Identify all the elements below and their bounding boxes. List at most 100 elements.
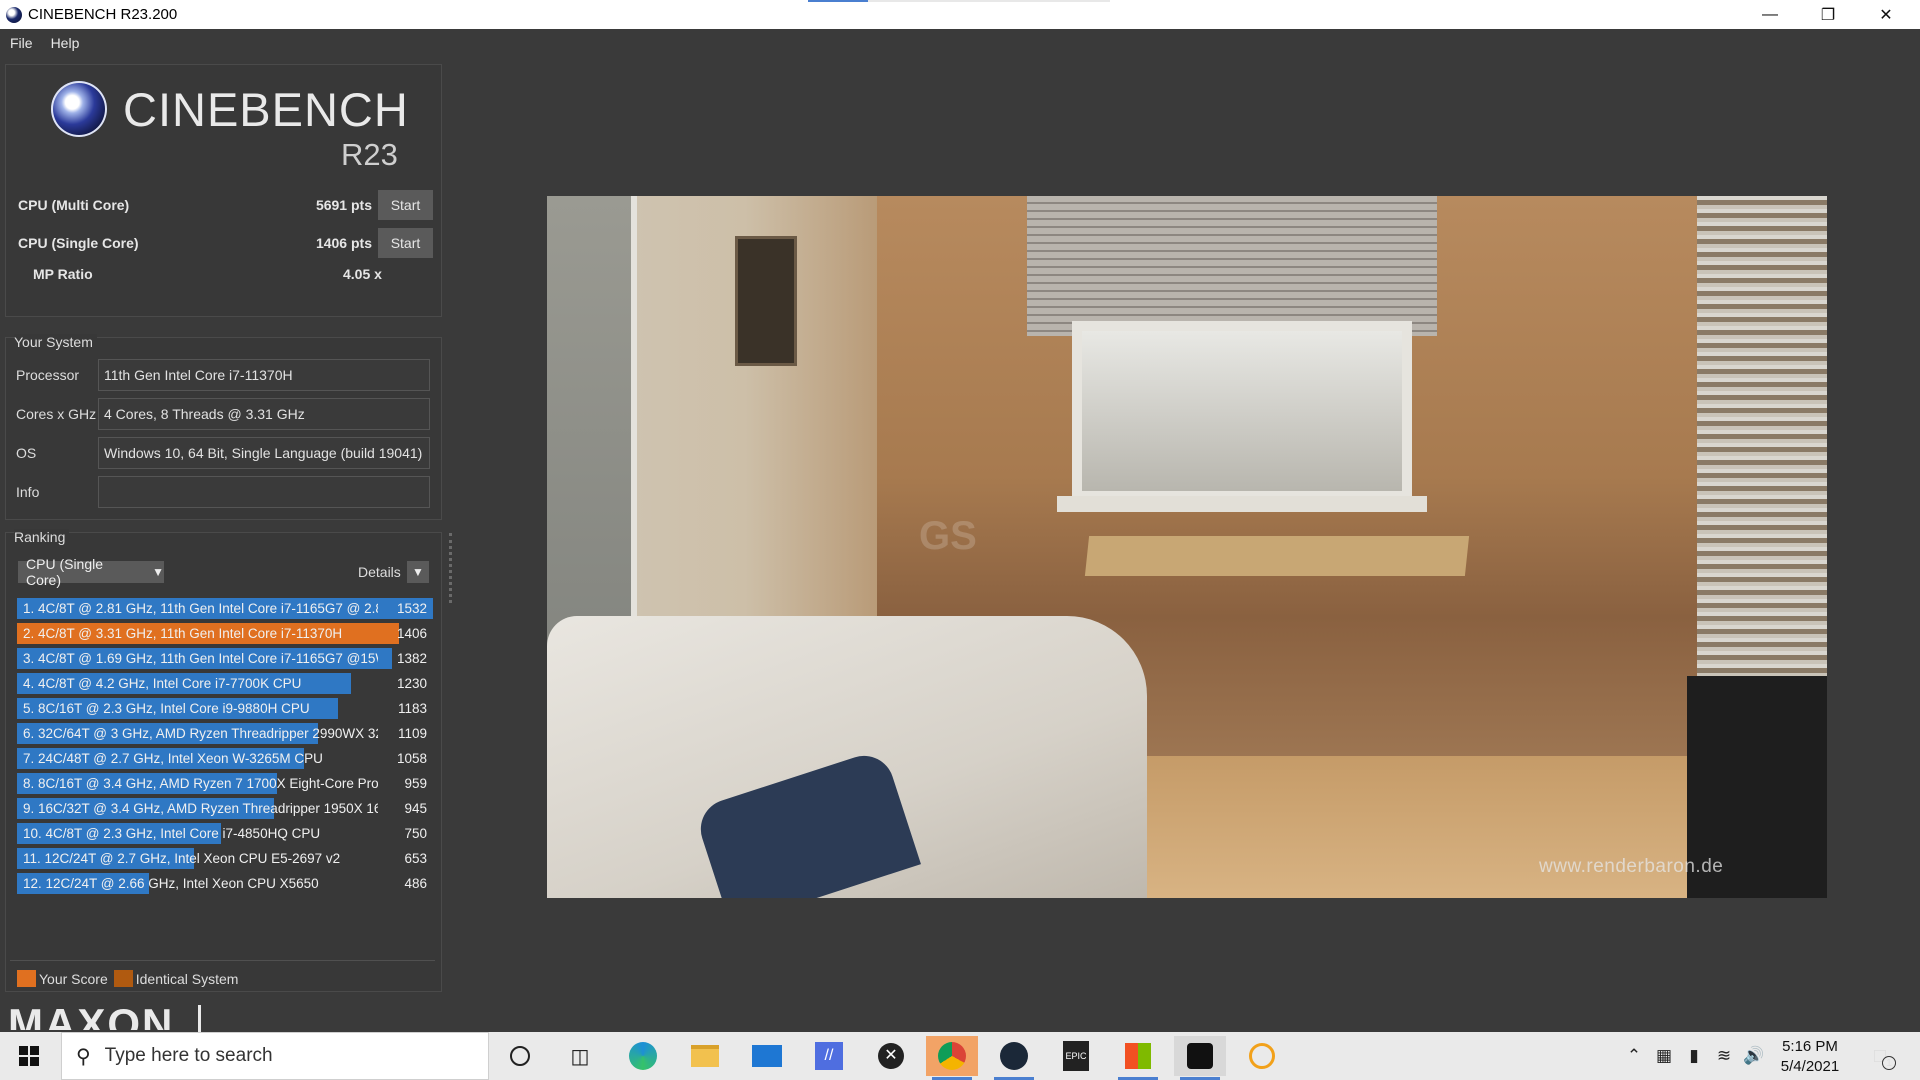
tray-chevron-up-icon[interactable]: ⌃ xyxy=(1620,1032,1648,1080)
your-score-swatch xyxy=(17,970,36,987)
menu-file[interactable]: File xyxy=(10,35,33,51)
os-field[interactable]: Windows 10, 64 Bit, Single Language (bui… xyxy=(98,437,430,469)
ranking-row[interactable]: 6. 32C/64T @ 3 GHz, AMD Ryzen Threadripp… xyxy=(17,721,433,746)
single-core-start-button[interactable]: Start xyxy=(378,228,433,258)
ranking-row[interactable]: 12. 12C/24T @ 2.66 GHz, Intel Xeon CPU X… xyxy=(17,871,433,896)
ranking-row[interactable]: 2. 4C/8T @ 3.31 GHz, 11th Gen Intel Core… xyxy=(17,621,433,646)
ranking-row[interactable]: 7. 24C/48T @ 2.7 GHz, Intel Xeon W-3265M… xyxy=(17,746,433,771)
ranking-row-score: 1382 xyxy=(396,651,427,666)
ranking-type-select[interactable]: CPU (Single Core) ▼ xyxy=(18,556,164,588)
logo-wordmark: CINEBENCH xyxy=(123,82,409,136)
ranking-row[interactable]: 1. 4C/8T @ 2.81 GHz, 11th Gen Intel Core… xyxy=(17,596,433,621)
os-row: OS Windows 10, 64 Bit, Single Language (… xyxy=(16,437,436,469)
ranking-row-name: 12. 12C/24T @ 2.66 GHz, Intel Xeon CPU X… xyxy=(23,876,319,891)
ranking-row[interactable]: 4. 4C/8T @ 4.2 GHz, Intel Core i7-7700K … xyxy=(17,671,433,696)
cinebench-sphere-icon xyxy=(51,81,107,137)
start-button[interactable] xyxy=(0,1032,58,1080)
cores-row: Cores x GHz 4 Cores, 8 Threads @ 3.31 GH… xyxy=(16,398,436,430)
ranking-row-score: 1532 xyxy=(396,601,427,616)
cinebench-logo: CINEBENCH xyxy=(51,81,409,137)
ranking-row-score: 1058 xyxy=(396,751,427,766)
ranking-row[interactable]: 11. 12C/24T @ 2.7 GHz, Intel Xeon CPU E5… xyxy=(17,846,433,871)
taskbar-search[interactable]: ⚲ Type here to search xyxy=(61,1032,489,1080)
chevron-down-icon: ▼ xyxy=(152,565,164,579)
tray-device-icon[interactable]: ▦ xyxy=(1650,1032,1678,1080)
cortana-icon[interactable] xyxy=(494,1036,546,1076)
search-icon: ⚲ xyxy=(76,1045,91,1068)
legend-your-score-label: Your Score xyxy=(39,970,108,987)
notification-count: 1 xyxy=(1882,1056,1896,1070)
info-label: Info xyxy=(16,484,40,500)
info-field[interactable] xyxy=(98,476,430,508)
title-progress-indicator xyxy=(808,0,1110,2)
clock-app-icon[interactable] xyxy=(1236,1036,1288,1076)
ranking-type-value: CPU (Single Core) xyxy=(26,556,104,588)
panel-resize-handle[interactable] xyxy=(449,533,452,603)
ranking-row[interactable]: 5. 8C/16T @ 2.3 GHz, Intel Core i9-9880H… xyxy=(17,696,433,721)
ranking-row-score: 945 xyxy=(404,801,427,816)
file-explorer-icon[interactable] xyxy=(679,1036,731,1076)
ranking-panel: Ranking CPU (Single Core) ▼ Details ▼ 1.… xyxy=(5,529,442,992)
restore-button[interactable]: ❐ xyxy=(1799,0,1857,29)
mp-ratio-value: 4.05 x xyxy=(343,266,382,282)
ranking-row[interactable]: 9. 16C/32T @ 3.4 GHz, AMD Ryzen Threadri… xyxy=(17,796,433,821)
scores-panel: CINEBENCH R23 CPU (Multi Core) 5691 pts … xyxy=(5,64,442,317)
chrome-icon[interactable] xyxy=(926,1036,978,1080)
ranking-row[interactable]: 3. 4C/8T @ 1.69 GHz, 11th Gen Intel Core… xyxy=(17,646,433,671)
processor-label: Processor xyxy=(16,367,80,383)
task-view-icon[interactable]: ◫ xyxy=(554,1036,606,1076)
legend-your-score: Your Score xyxy=(17,970,108,987)
single-core-score: 1406 pts xyxy=(315,235,372,251)
ranking-legend: Your Score Identical System xyxy=(17,970,244,987)
legend-identical-label: Identical System xyxy=(135,970,239,987)
ranking-row-name: 2. 4C/8T @ 3.31 GHz, 11th Gen Intel Core… xyxy=(23,626,343,641)
ranking-row-score: 1109 xyxy=(397,726,427,741)
edge-icon[interactable] xyxy=(617,1036,669,1076)
ranking-row-score: 959 xyxy=(404,776,427,791)
notification-icon[interactable]: □ 1 xyxy=(1866,1042,1896,1070)
render-watermark-gs: GS xyxy=(919,514,977,558)
window-title: CINEBENCH R23.200 xyxy=(28,6,178,23)
details-dropdown-button[interactable]: ▼ xyxy=(407,561,429,583)
maxon-logo: MAXON xyxy=(8,1000,175,1030)
xbox-icon[interactable]: ✕ xyxy=(865,1036,917,1076)
wifi-icon[interactable]: ≋ xyxy=(1710,1032,1738,1080)
render-watermark-url: www.renderbaron.de xyxy=(1539,856,1724,877)
ranking-row[interactable]: 10. 4C/8T @ 2.3 GHz, Intel Core i7-4850H… xyxy=(17,821,433,846)
menu-bar: File Help xyxy=(0,29,1920,56)
multi-core-score: 5691 pts xyxy=(315,197,372,213)
render-blind xyxy=(1027,196,1437,336)
taskbar-clock[interactable]: 5:16 PM 5/4/2021 xyxy=(1772,1037,1848,1077)
menu-help[interactable]: Help xyxy=(51,35,80,51)
single-core-row: CPU (Single Core) 1406 pts Start xyxy=(18,228,436,258)
os-label: OS xyxy=(16,445,37,461)
pen-app-icon[interactable]: // xyxy=(803,1036,855,1076)
legend-identical-system: Identical System xyxy=(113,970,239,987)
processor-field[interactable]: 11th Gen Intel Core i7-11370H xyxy=(98,359,430,391)
ranking-row-score: 1183 xyxy=(397,701,427,716)
ranking-row-name: 3. 4C/8T @ 1.69 GHz, 11th Gen Intel Core… xyxy=(23,651,378,666)
minimize-button[interactable]: — xyxy=(1741,0,1799,29)
legend-divider xyxy=(10,960,435,961)
cores-field[interactable]: 4 Cores, 8 Threads @ 3.31 GHz xyxy=(98,398,430,430)
ranking-row-name: 11. 12C/24T @ 2.7 GHz, Intel Xeon CPU E5… xyxy=(23,851,341,866)
ranking-row-name: 4. 4C/8T @ 4.2 GHz, Intel Core i7-7700K … xyxy=(23,676,302,691)
epic-games-icon[interactable]: EPIC xyxy=(1050,1036,1102,1076)
cinebench-app-icon xyxy=(6,6,22,23)
ranking-list: 1. 4C/8T @ 2.81 GHz, 11th Gen Intel Core… xyxy=(17,596,433,896)
render-window xyxy=(1072,321,1412,501)
render-window-sill xyxy=(1057,496,1427,512)
volume-icon[interactable]: 🔊 xyxy=(1740,1032,1768,1080)
windows-logo-icon xyxy=(19,1046,39,1066)
store-icon[interactable] xyxy=(1112,1036,1164,1080)
close-button[interactable]: ✕ xyxy=(1857,0,1915,29)
chevron-down-icon: ▼ xyxy=(412,565,424,579)
multi-core-start-button[interactable]: Start xyxy=(378,190,433,220)
clock-time: 5:16 PM xyxy=(1782,1038,1838,1055)
steam-icon[interactable] xyxy=(988,1036,1040,1080)
cinebench-icon[interactable] xyxy=(1174,1036,1226,1080)
ranking-row-name: 1. 4C/8T @ 2.81 GHz, 11th Gen Intel Core… xyxy=(23,601,378,616)
battery-icon[interactable]: ▮ xyxy=(1680,1032,1708,1080)
mail-icon[interactable] xyxy=(741,1036,793,1076)
ranking-row[interactable]: 8. 8C/16T @ 3.4 GHz, AMD Ryzen 7 1700X E… xyxy=(17,771,433,796)
